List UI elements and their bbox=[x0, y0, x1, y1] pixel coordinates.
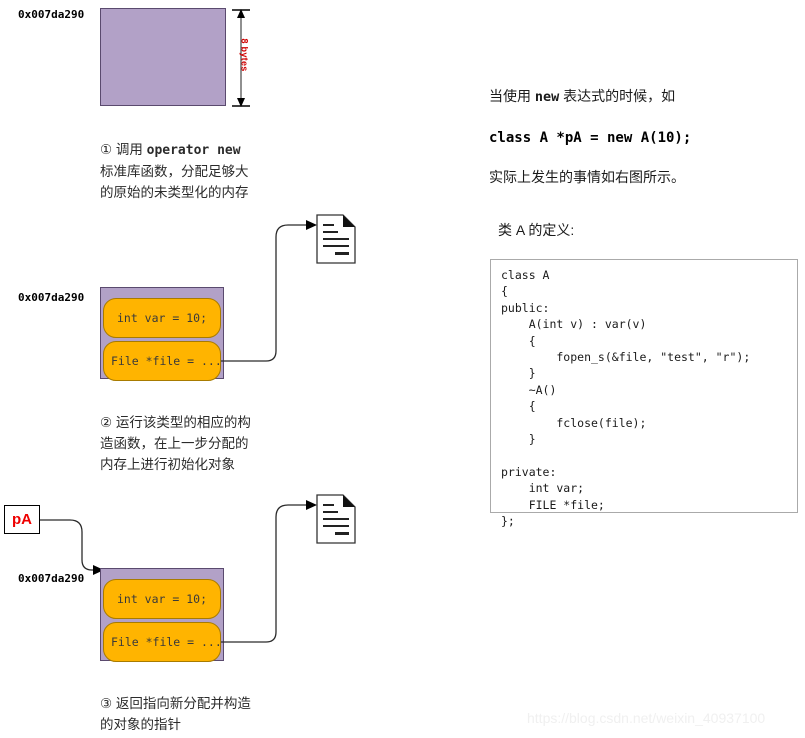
caption-step2: ② 运行该类型的相应的构 造函数，在上一步分配的 内存上进行初始化对象 bbox=[100, 415, 251, 472]
address-label-step1: 0x007da290 bbox=[18, 8, 85, 21]
explanation-line-1-pre: 当使用 bbox=[489, 88, 535, 104]
caption-step1-number: ① bbox=[100, 142, 113, 157]
file-connector-step2 bbox=[218, 215, 328, 365]
caption-step1-lead: 调用 bbox=[112, 142, 147, 157]
explanation-line-1-post: 表达式的时候，如 bbox=[559, 88, 676, 104]
caption-step1-mono: operator new bbox=[146, 143, 241, 158]
member-slot-file-ptr-step2: File *file = ... bbox=[103, 341, 222, 381]
explanation-line-3: 实际上发生的事情如右图所示。 bbox=[489, 169, 685, 185]
explanation-code-example: class A *pA = new A(10); bbox=[489, 130, 692, 146]
size-label-container: 8 bytes bbox=[213, 38, 277, 71]
address-label-step3: 0x007da290 bbox=[18, 572, 85, 585]
member-slot-file-ptr-step3: File *file = ... bbox=[103, 622, 222, 662]
class-definition-label: 类 A 的定义: bbox=[498, 222, 575, 238]
raw-memory-block-step1 bbox=[100, 8, 226, 106]
explanation-line-1: 当使用 new 表达式的时候，如 bbox=[489, 85, 675, 108]
file-document-icon-step2 bbox=[316, 214, 356, 264]
file-connector-step3 bbox=[218, 495, 328, 647]
explanation-new-keyword: new bbox=[534, 89, 560, 105]
caption-step1: ① 调用 operator new 标准库函数，分配足够大 的原始的未类型化的内… bbox=[100, 118, 330, 203]
caption-step3: ③ 返回指向新分配并构造 的对象的指针 bbox=[100, 696, 251, 732]
file-document-icon-step3 bbox=[316, 494, 356, 544]
pointer-variable-box-pA: pA bbox=[4, 505, 40, 534]
class-definition-code-block: class A { public: A(int v) : var(v) { fo… bbox=[490, 259, 798, 528]
member-slot-int-var-step3: int var = 10; bbox=[103, 579, 221, 619]
caption-step1-rest: 标准库函数，分配足够大 的原始的未类型化的内存 bbox=[100, 164, 249, 200]
class-definition-code: class A { public: A(int v) : var(v) { fo… bbox=[501, 268, 751, 529]
size-label-8-bytes: 8 bytes bbox=[240, 38, 250, 72]
watermark: https://blog.csdn.net/weixin_40937100 bbox=[527, 710, 766, 726]
member-slot-int-var-step2: int var = 10; bbox=[103, 298, 221, 338]
address-label-step2: 0x007da290 bbox=[18, 291, 85, 304]
